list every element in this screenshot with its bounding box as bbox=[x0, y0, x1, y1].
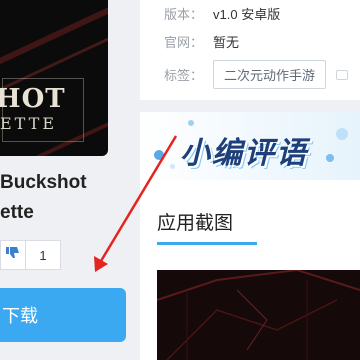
thumbs-down-button[interactable] bbox=[0, 240, 25, 270]
thumbs-down-icon bbox=[6, 246, 20, 265]
game-cover-image: HOT ETTE bbox=[0, 0, 108, 156]
website-label: 官网： bbox=[164, 35, 204, 50]
game-title-line-2: ette bbox=[0, 202, 34, 223]
website-value: 暂无 bbox=[213, 35, 240, 50]
version-label: 版本： bbox=[164, 7, 204, 22]
download-button[interactable]: 下载 bbox=[0, 288, 126, 342]
vote-count: 1 bbox=[25, 240, 61, 270]
section-underline bbox=[157, 242, 257, 245]
editor-review-title: 小编评语 bbox=[180, 137, 308, 170]
tags-row: 标签： 二次元动作手游 bbox=[164, 60, 358, 89]
cover-title: HOT bbox=[0, 84, 66, 114]
left-column: HOT ETTE Buckshot ette 1 下载 bbox=[0, 0, 140, 360]
game-info-card: 版本： v1.0 安卓版 官网： 暂无 标签： 二次元动作手游 bbox=[140, 0, 360, 100]
game-title-line-1: Buckshot bbox=[0, 172, 87, 193]
tags-label: 标签： bbox=[164, 68, 204, 83]
game-title: Buckshot ette bbox=[0, 168, 140, 228]
app-screenshot[interactable] bbox=[157, 270, 360, 360]
website-row: 官网： 暂无 bbox=[164, 32, 239, 51]
version-value: v1.0 安卓版 bbox=[213, 7, 281, 22]
vote-row: 1 bbox=[0, 240, 61, 270]
cover-subtitle: ETTE bbox=[0, 114, 57, 133]
tag-chip[interactable] bbox=[336, 69, 349, 80]
screenshots-section-title: 应用截图 bbox=[157, 213, 234, 234]
version-row: 版本： v1.0 安卓版 bbox=[164, 4, 280, 23]
review-card: 小编评语 应用截图 bbox=[140, 112, 360, 360]
editor-review-banner: 小编评语 bbox=[140, 112, 360, 180]
tag-chip[interactable]: 二次元动作手游 bbox=[213, 60, 327, 89]
